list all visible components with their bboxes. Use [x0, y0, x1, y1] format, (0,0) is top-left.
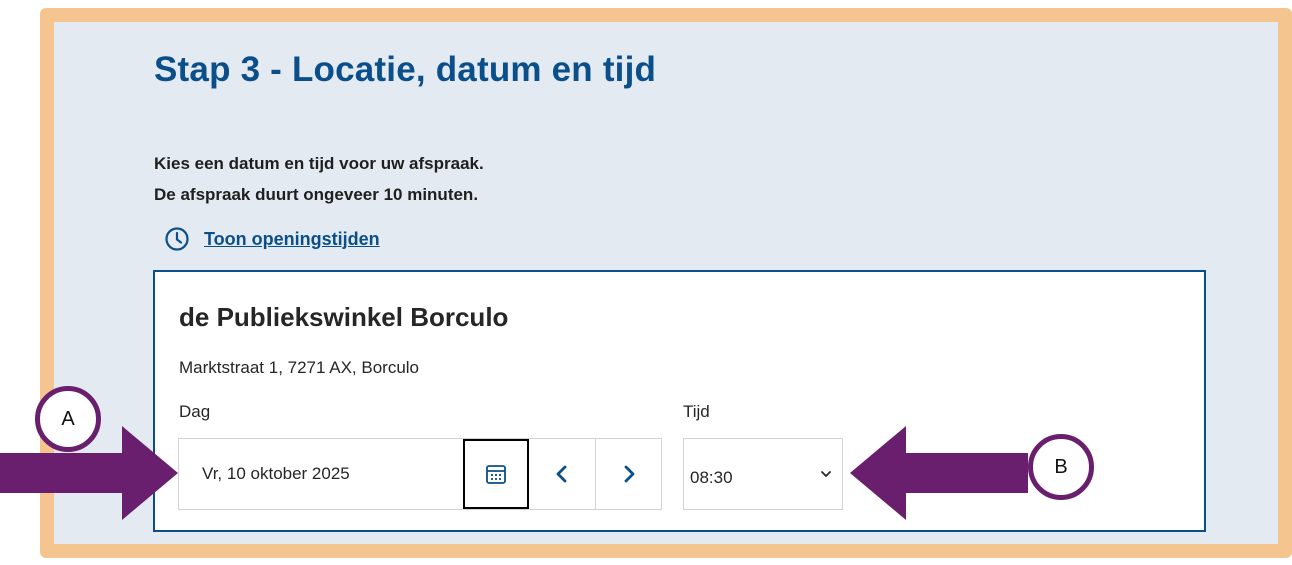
opening-hours-link-label: Toon openingstijden [204, 228, 380, 249]
opening-hours-link[interactable]: Toon openingstijden [164, 226, 380, 252]
chevron-down-icon [821, 471, 831, 477]
next-day-button[interactable] [595, 439, 661, 509]
date-input[interactable]: Vr, 10 oktober 2025 [179, 439, 463, 509]
time-label: Tijd [683, 402, 710, 421]
chevron-left-icon [556, 465, 567, 483]
location-name: de Publiekswinkel Borculo [179, 302, 509, 332]
chevron-right-icon [624, 465, 634, 483]
calendar-icon [486, 465, 506, 484]
annotation-arrow-b [850, 426, 1028, 520]
clock-icon [165, 227, 189, 251]
time-select-value: 08:30 [690, 468, 733, 487]
location-address: Marktstraat 1, 7271 AX, Borculo [179, 358, 420, 377]
intro-text: Kies een datum en tijd voor uw afspraak.… [154, 148, 484, 210]
intro-line-1: Kies een datum en tijd voor uw afspraak. [154, 154, 484, 173]
calendar-button[interactable] [463, 439, 529, 509]
intro-line-2: De afspraak duurt ongeveer 10 minuten. [154, 185, 479, 204]
previous-day-button[interactable] [529, 439, 595, 509]
annotation-badge-a: A [35, 386, 101, 452]
page-title: Stap 3 - Locatie, datum en tijd [154, 50, 657, 89]
date-label: Dag [179, 402, 211, 421]
annotation-badge-b: B [1028, 434, 1094, 500]
time-select[interactable]: 08:30 [683, 438, 843, 510]
date-picker: Vr, 10 oktober 2025 [178, 438, 662, 510]
